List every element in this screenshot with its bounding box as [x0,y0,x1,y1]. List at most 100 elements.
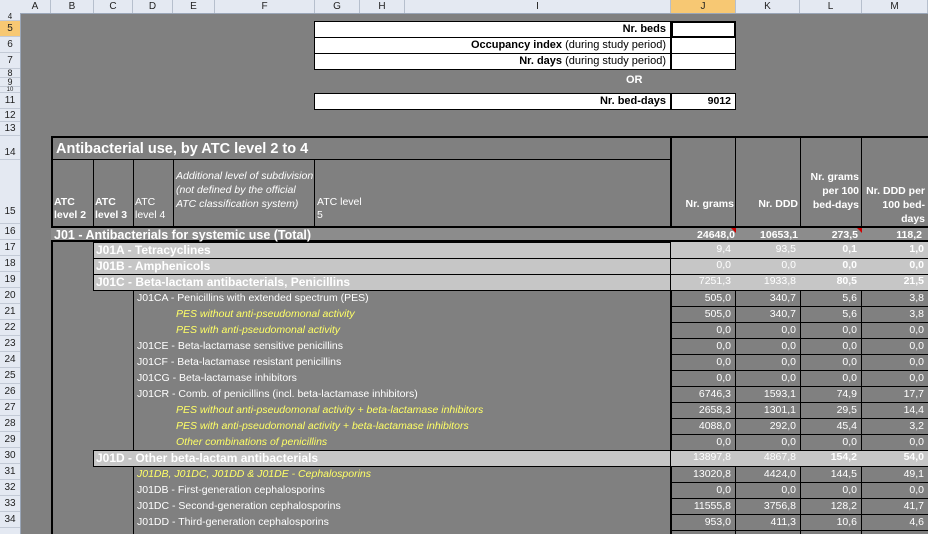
total-grams-per-100[interactable]: 273,5 [801,229,858,241]
cell-ddd[interactable]: 0,0 [736,356,800,368]
cell-ddd[interactable]: 4424,0 [736,468,800,480]
cell-ddd-per-100[interactable]: 3,8 [862,292,928,304]
column-header-b[interactable]: B [51,0,94,13]
cell-ddd[interactable]: 0,0 [736,372,800,384]
cell-grams-per-100[interactable]: 74,9 [801,388,861,400]
row-header[interactable]: 7 [0,53,20,69]
cell-grams-per-100[interactable]: 0,0 [801,356,861,368]
cell-ddd-per-100[interactable]: 49,1 [862,468,928,480]
cell-grams-per-100[interactable]: 0,0 [801,340,861,352]
cell-grams[interactable]: 505,0 [672,292,735,304]
cell-grams[interactable]: 505,0 [672,308,735,320]
cell-grams-per-100[interactable]: 5,6 [801,308,861,320]
row-header[interactable]: 30 [0,448,20,464]
row-header[interactable]: 5 [0,21,20,37]
row-header[interactable]: 18 [0,256,20,272]
cell-grams-per-100[interactable]: 5,6 [801,292,861,304]
cell-grams-per-100[interactable]: 45,4 [801,420,861,432]
cell-ddd-per-100[interactable]: 0,0 [862,436,928,448]
row-header[interactable]: 14 [0,136,20,160]
total-ddd-per-100[interactable]: 118,2 [862,229,922,241]
cell-ddd[interactable]: 0,0 [736,436,800,448]
cell-ddd-per-100[interactable]: 0,0 [862,340,928,352]
cell-grams-per-100[interactable]: 0,0 [801,324,861,336]
column-header-c[interactable]: C [94,0,133,13]
column-header-e[interactable]: E [173,0,215,13]
row-header[interactable]: 12 [0,109,20,122]
nr-days-input[interactable] [671,53,736,70]
cell-ddd[interactable]: 340,7 [736,308,800,320]
row-header[interactable]: 29 [0,432,20,448]
column-header-l[interactable]: L [800,0,862,13]
cell-ddd[interactable]: 292,0 [736,420,800,432]
cell-grams[interactable]: 0,0 [672,356,735,368]
cell-ddd[interactable]: 3756,8 [736,500,800,512]
total-grams[interactable]: 24648,0 [671,229,735,241]
cell-grams-per-100[interactable]: 144,5 [801,468,861,480]
cell-ddd-per-100[interactable]: 4,6 [862,516,928,528]
cell-grams[interactable]: 0,0 [672,372,735,384]
nr-beds-input[interactable] [671,21,736,38]
j01d-grams[interactable]: 13897,8 [672,451,735,463]
row-header[interactable]: 22 [0,320,20,336]
j01c-grams[interactable]: 7251,3 [672,275,735,287]
j01c-ddd[interactable]: 1933,8 [736,275,800,287]
row-header[interactable]: 11 [0,93,20,109]
cell-grams[interactable]: 6746,3 [672,388,735,400]
row-header[interactable]: 17 [0,240,20,256]
cell-grams-per-100[interactable]: 29,5 [801,404,861,416]
row-header[interactable]: 16 [0,224,20,240]
j01c-grams-per-100[interactable]: 80,5 [801,275,861,287]
cell-grams[interactable]: 4088,0 [672,420,735,432]
column-header-a[interactable]: A [20,0,51,13]
column-header-d[interactable]: D [133,0,173,13]
row-header[interactable]: 27 [0,400,20,416]
cell-grams-per-100[interactable]: 0,0 [801,372,861,384]
occupancy-input[interactable] [671,37,736,54]
row-header[interactable]: 33 [0,496,20,512]
cell-ddd-per-100[interactable]: 0,0 [862,484,928,496]
cell-grams[interactable]: 0,0 [672,340,735,352]
row-header[interactable]: 24 [0,352,20,368]
cell-ddd-per-100[interactable]: 0,0 [862,372,928,384]
cell-grams-per-100[interactable]: 128,2 [801,500,861,512]
row-header[interactable]: 26 [0,384,20,400]
column-header-g[interactable]: G [315,0,360,13]
j01a-grams-per-100[interactable]: 0,1 [801,243,861,255]
row-header[interactable]: 28 [0,416,20,432]
cell-ddd-per-100[interactable]: 0,0 [862,324,928,336]
cell-ddd-per-100[interactable]: 0,0 [862,356,928,368]
column-header-j[interactable]: J [671,0,736,13]
j01b-ddd-per-100[interactable]: 0,0 [862,259,928,271]
row-header[interactable]: 34 [0,512,20,528]
row-header[interactable]: 15 [0,160,20,224]
cell-ddd[interactable]: 340,7 [736,292,800,304]
column-header-h[interactable]: H [360,0,405,13]
row-header[interactable]: 31 [0,464,20,480]
j01b-grams-per-100[interactable]: 0,0 [801,259,861,271]
cell-ddd[interactable]: 0,0 [736,484,800,496]
row-header[interactable]: 25 [0,368,20,384]
j01a-ddd[interactable]: 93,5 [736,243,800,255]
cell-ddd-per-100[interactable]: 17,7 [862,388,928,400]
cell-ddd-per-100[interactable]: 3,2 [862,420,928,432]
row-header[interactable]: 20 [0,288,20,304]
cell-ddd-per-100[interactable]: 3,8 [862,308,928,320]
j01d-grams-per-100[interactable]: 154,2 [801,451,861,463]
total-ddd[interactable]: 10653,1 [736,229,798,241]
cell-grams-per-100[interactable]: 0,0 [801,436,861,448]
row-header[interactable]: 19 [0,272,20,288]
cell-ddd[interactable]: 0,0 [736,340,800,352]
cell-ddd-per-100[interactable]: 41,7 [862,500,928,512]
cell-grams-per-100[interactable]: 0,0 [801,484,861,496]
j01c-ddd-per-100[interactable]: 21,5 [862,275,928,287]
row-header[interactable]: 21 [0,304,20,320]
cell-grams[interactable]: 953,0 [672,516,735,528]
row-header[interactable]: 6 [0,37,20,53]
cell-ddd-per-100[interactable]: 14,4 [862,404,928,416]
j01a-grams[interactable]: 9,4 [672,243,735,255]
cell-grams[interactable]: 2658,3 [672,404,735,416]
cell-ddd[interactable]: 0,0 [736,324,800,336]
j01b-ddd[interactable]: 0,0 [736,259,800,271]
row-header[interactable]: 32 [0,480,20,496]
